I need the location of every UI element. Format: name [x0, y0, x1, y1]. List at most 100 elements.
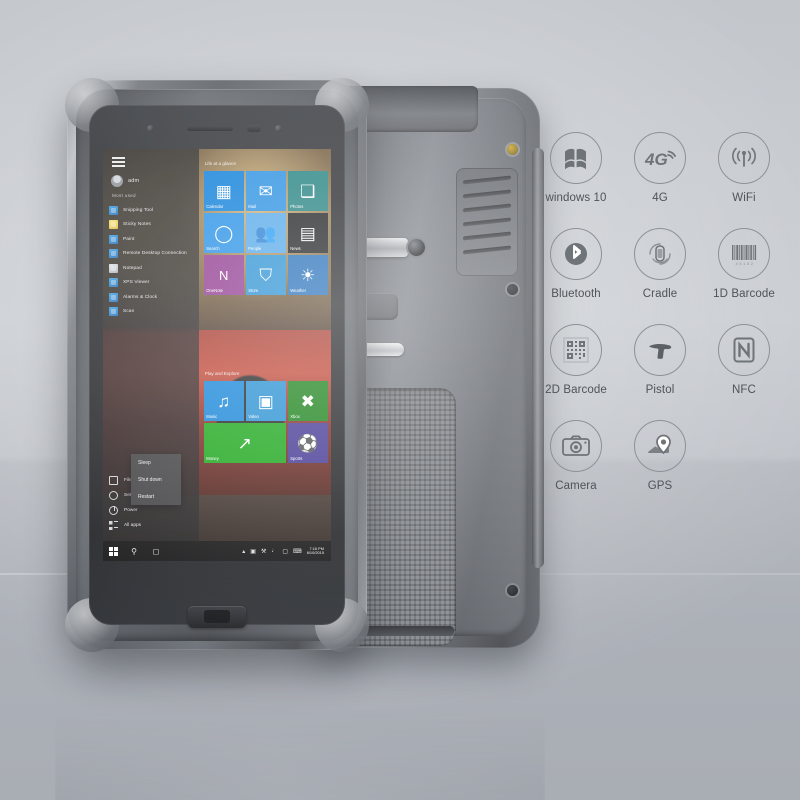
tile-sports[interactable]: ⚽ Sports — [287, 423, 328, 463]
store-bag-icon: ⛉ — [259, 265, 273, 285]
tile-label: Sports — [290, 456, 303, 461]
tile-store[interactable]: ⛉ Store — [245, 255, 286, 295]
front-camera-icon — [247, 125, 261, 132]
feature-windows-10[interactable]: windows 10 — [540, 132, 612, 204]
tile-weather[interactable]: ☀ Weather — [287, 255, 328, 295]
list-item[interactable]: Snipping Tool — [109, 203, 195, 218]
list-item[interactable]: Sticky Notes — [109, 218, 195, 233]
list-item[interactable]: Alarms & Clock — [109, 290, 195, 305]
feature-2d-barcode[interactable]: 2D Barcode — [540, 324, 612, 396]
tile-money[interactable]: ↗ Money — [203, 423, 286, 463]
power-flyout-menu[interactable]: Sleep Shut down Restart — [131, 454, 181, 505]
tray-tool-icon[interactable]: ⚒ — [261, 548, 266, 555]
windows-start-icon[interactable] — [103, 546, 123, 556]
tile-group-2: ♫ Music ▣ Video ✖ Xbox ↗ Money ⚽ Sports — [203, 381, 328, 463]
tile-people[interactable]: 👥 People — [245, 213, 286, 253]
menu-item-restart[interactable]: Restart — [131, 488, 181, 505]
tray-app-icon[interactable]: ▣ — [250, 548, 256, 555]
weather-sun-icon: ☀ — [300, 265, 316, 285]
tile-search[interactable]: ◯ Search — [203, 213, 244, 253]
start-user-row[interactable]: adm — [111, 175, 139, 187]
feature-label: NFC — [732, 384, 756, 396]
sidebar-item-all-apps[interactable]: All apps — [109, 518, 195, 533]
start-app-list: Snipping Tool Sticky Notes Paint Remote … — [109, 203, 195, 319]
rear-camera-lens-icon — [408, 239, 425, 256]
search-icon[interactable]: ⚲ — [123, 547, 145, 556]
display-bezel: adm Most used Snipping Tool Sticky Notes — [89, 105, 345, 625]
app-label: Sticky Notes — [123, 222, 151, 228]
feature-nfc[interactable]: NFC — [708, 324, 780, 396]
tile-news[interactable]: ▤ News — [287, 213, 328, 253]
clock-date: 6/10/2015 — [306, 550, 324, 555]
feature-label: Bluetooth — [551, 288, 601, 300]
app-label: Paint — [123, 236, 135, 242]
feature-row-3: 2D Barcode Pistol NFC — [540, 324, 792, 420]
menu-item-shut-down[interactable]: Shut down — [131, 471, 181, 488]
feature-label: 1D Barcode — [713, 288, 775, 300]
windows-taskbar[interactable]: ⚲ ◻ ▴ ▣ ⚒ ♩ ▢ ⌨ 7:16 PM 6/10/2015 — [103, 541, 331, 561]
tile-label: Music — [206, 414, 218, 419]
feature-row4-spacer — [708, 420, 780, 492]
video-icon: ▣ — [257, 391, 274, 411]
front-device-body: adm Most used Snipping Tool Sticky Notes — [65, 78, 369, 652]
tray-chevron-icon[interactable]: ▴ — [242, 548, 245, 555]
folder-icon — [109, 476, 118, 485]
task-view-icon[interactable]: ◻ — [145, 547, 167, 556]
tray-keyboard-icon[interactable]: ⌨ — [293, 548, 302, 555]
feature-gps[interactable]: GPS — [624, 420, 696, 492]
remote-desktop-icon — [109, 249, 118, 259]
feature-bluetooth[interactable]: Bluetooth — [540, 228, 612, 300]
feature-1d-barcode[interactable]: 45182 1D Barcode — [708, 228, 780, 300]
money-chart-icon: ↗ — [237, 433, 252, 453]
tile-label: Calendar — [206, 204, 224, 209]
list-item[interactable]: Paint — [109, 232, 195, 247]
tile-label: Money — [206, 456, 219, 461]
feature-label: WiFi — [732, 192, 756, 204]
tile-xbox[interactable]: ✖ Xbox — [287, 381, 328, 421]
list-item[interactable]: Scan — [109, 305, 195, 320]
tile-label: OneNote — [206, 288, 224, 293]
taskbar-clock[interactable]: 7:16 PM 6/10/2015 — [306, 546, 327, 556]
product-device-group: adm Most used Snipping Tool Sticky Notes — [55, 78, 545, 660]
feature-4g[interactable]: 4G 4G — [624, 132, 696, 204]
feature-label: Camera — [555, 480, 597, 492]
feature-pistol[interactable]: Pistol — [624, 324, 696, 396]
feature-cradle[interactable]: Cradle — [624, 228, 696, 300]
tray-volume-icon[interactable]: ♩ — [271, 548, 277, 554]
tile-photos[interactable]: ❑ Photos — [287, 171, 328, 211]
cortana-circle-icon: ◯ — [214, 223, 234, 243]
list-item[interactable]: Notepad — [109, 261, 195, 276]
hamburger-menu-icon[interactable] — [112, 157, 125, 167]
tray-network-icon[interactable]: ▢ — [282, 548, 288, 555]
list-item[interactable]: Remote Desktop Connection — [109, 247, 195, 262]
tile-onenote[interactable]: N OneNote — [203, 255, 244, 295]
headphones-icon: ♫ — [217, 391, 231, 411]
notepad-icon — [109, 263, 118, 273]
list-item[interactable]: XPS Viewer — [109, 276, 195, 291]
photos-icon: ❑ — [300, 181, 316, 201]
qr-code-icon — [550, 324, 602, 376]
sidebar-item-power[interactable]: Power — [109, 503, 195, 518]
system-tray[interactable]: ▴ ▣ ⚒ ♩ ▢ ⌨ 7:16 PM 6/10/2015 — [242, 546, 331, 556]
nfc-icon — [718, 324, 770, 376]
tile-video[interactable]: ▣ Video — [245, 381, 286, 421]
tile-calendar[interactable]: ▦ Calendar — [203, 171, 244, 211]
tablet-screen[interactable]: adm Most used Snipping Tool Sticky Notes — [103, 149, 331, 561]
xps-viewer-icon — [109, 278, 118, 288]
most-used-section-label: Most used — [112, 193, 136, 198]
tile-mail[interactable]: ✉ Mail — [245, 171, 286, 211]
front-scanner-trigger-button[interactable] — [188, 606, 246, 628]
tile-music[interactable]: ♫ Music — [203, 381, 244, 421]
speaker-grille — [456, 168, 518, 276]
scan-icon — [109, 307, 118, 317]
tile-label: Photos — [290, 204, 304, 209]
feature-wifi[interactable]: WiFi — [708, 132, 780, 204]
feature-label: windows 10 — [545, 192, 607, 204]
user-name-label: adm — [128, 178, 140, 184]
feature-label: Pistol — [645, 384, 675, 396]
camera-icon — [550, 420, 602, 472]
tile-label: Video — [248, 414, 259, 419]
menu-item-sleep[interactable]: Sleep — [131, 454, 181, 471]
mail-icon: ✉ — [258, 181, 273, 201]
feature-camera[interactable]: Camera — [540, 420, 612, 492]
